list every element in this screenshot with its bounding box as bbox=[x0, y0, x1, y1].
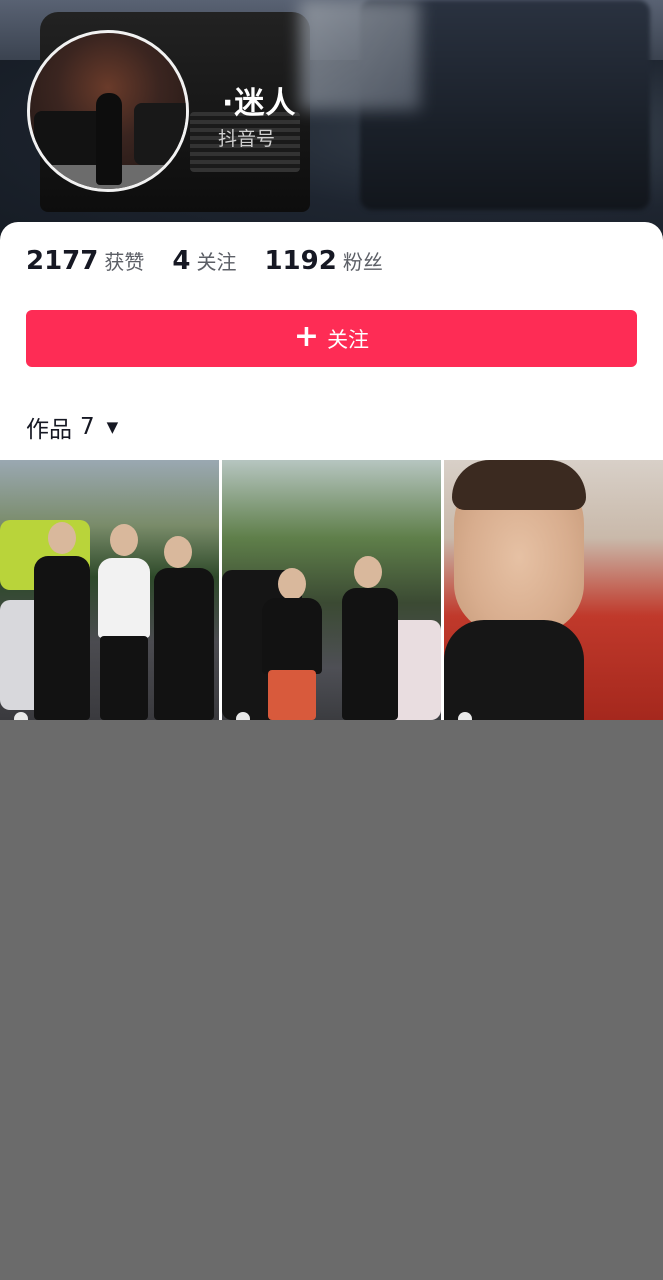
stat-followers[interactable]: 1192 粉丝 bbox=[264, 246, 382, 276]
avatar[interactable] bbox=[27, 30, 189, 192]
avatar-car bbox=[134, 103, 186, 165]
empty-area bbox=[0, 720, 663, 1280]
play-icon bbox=[14, 712, 28, 720]
following-label: 关注 bbox=[196, 250, 237, 274]
works-count: 7 bbox=[80, 414, 95, 440]
works-label: 作品 bbox=[26, 417, 72, 443]
thumb-body bbox=[444, 620, 584, 720]
video-grid bbox=[0, 460, 663, 720]
thumb-person bbox=[154, 568, 214, 720]
thumb-person bbox=[98, 558, 150, 638]
likes-label: 获赞 bbox=[104, 250, 145, 274]
thumb-person bbox=[262, 598, 322, 674]
following-count: 4 bbox=[172, 246, 191, 276]
douyin-id-label[interactable]: 抖音号 bbox=[218, 124, 275, 151]
caret-down-icon: ▼ bbox=[106, 418, 119, 436]
profile-card: 2177 获赞 4 关注 1192 粉丝 + 关注 作品 7 ▼ bbox=[0, 222, 663, 460]
thumb-person bbox=[34, 556, 90, 720]
stat-following[interactable]: 4 关注 bbox=[172, 246, 236, 276]
followers-label: 粉丝 bbox=[342, 250, 383, 274]
video-thumbnail[interactable] bbox=[222, 460, 441, 720]
avatar-person bbox=[96, 93, 122, 185]
thumb-person bbox=[268, 670, 316, 720]
thumb-head bbox=[164, 536, 192, 568]
thumb-head bbox=[48, 522, 76, 554]
plus-icon: + bbox=[293, 319, 320, 354]
video-thumbnail[interactable] bbox=[444, 460, 663, 720]
profile-banner: ·迷人 抖音号 bbox=[0, 0, 663, 240]
banner-blur-patch bbox=[300, 0, 420, 110]
video-thumbnail[interactable] bbox=[0, 460, 219, 720]
play-icon bbox=[236, 712, 250, 720]
thumb-head bbox=[354, 556, 382, 588]
follow-button[interactable]: + 关注 bbox=[26, 310, 637, 367]
nickname: ·迷人 bbox=[222, 86, 297, 121]
play-icon bbox=[458, 712, 472, 720]
likes-count: 2177 bbox=[26, 246, 99, 276]
thumb-person bbox=[342, 588, 398, 720]
avatar-car bbox=[34, 111, 104, 167]
followers-count: 1192 bbox=[264, 246, 337, 276]
thumb-head bbox=[110, 524, 138, 556]
thumb-head bbox=[278, 568, 306, 600]
stat-likes[interactable]: 2177 获赞 bbox=[26, 246, 144, 276]
tab-works[interactable]: 作品 7 ▼ bbox=[26, 410, 118, 444]
thumb-hair bbox=[452, 460, 586, 510]
thumb-person bbox=[100, 636, 148, 720]
stats-row: 2177 获赞 4 关注 1192 粉丝 bbox=[26, 246, 383, 276]
follow-button-label: 关注 bbox=[327, 327, 370, 352]
